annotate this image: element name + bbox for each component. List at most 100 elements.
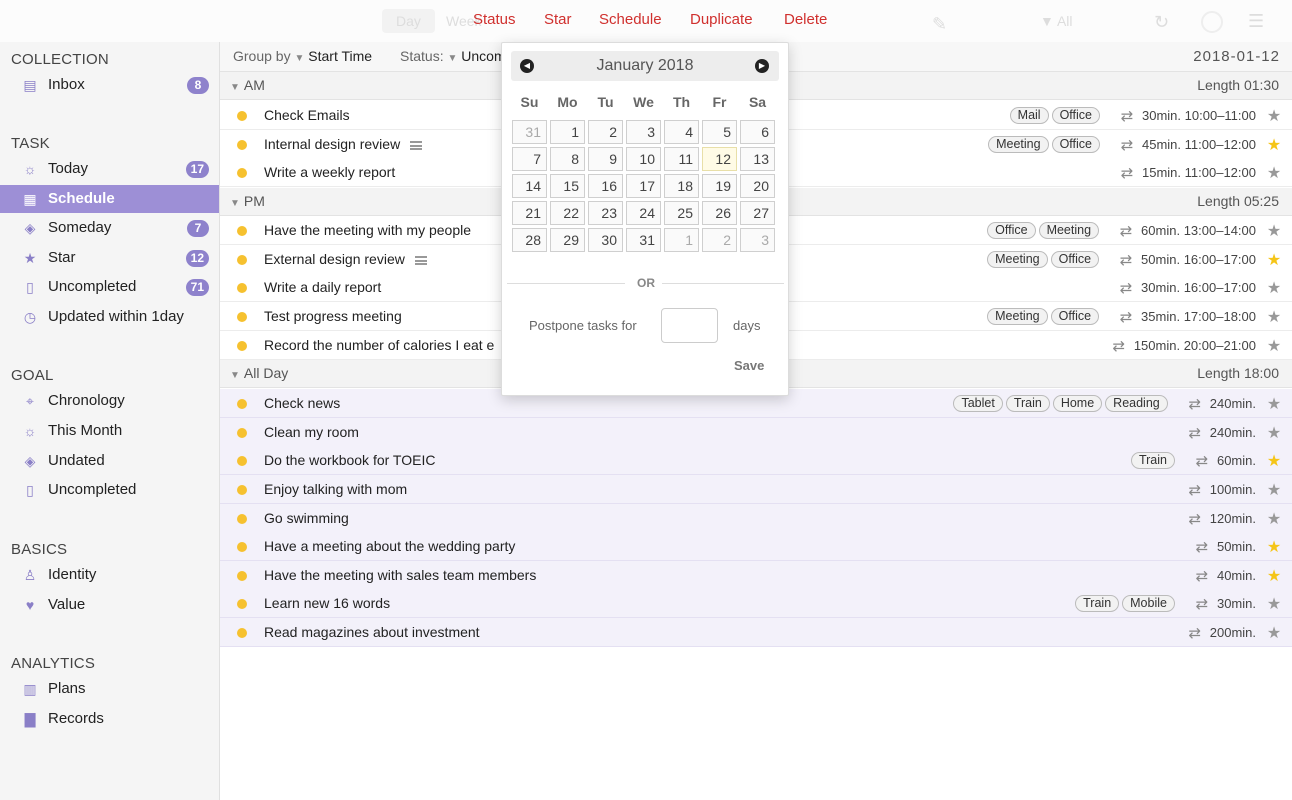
refresh-icon[interactable]: ↻ — [1154, 10, 1169, 34]
task-title[interactable]: Test progress meeting — [264, 308, 402, 324]
star-icon[interactable]: ★ — [1266, 623, 1282, 643]
calendar-day[interactable]: 8 — [550, 147, 585, 171]
calendar-day[interactable]: 2 — [702, 228, 737, 252]
tag-chip[interactable]: Train — [1075, 595, 1120, 612]
calendar-day[interactable]: 26 — [702, 201, 737, 225]
task-title[interactable]: Clean my room — [264, 424, 359, 440]
status-dot-icon[interactable] — [237, 283, 247, 293]
schedule-action-button[interactable]: Schedule — [599, 11, 662, 28]
task-title[interactable]: Read magazines about investment — [264, 624, 480, 640]
sidebar-item-today[interactable]: ☼ Today 17 — [0, 155, 219, 183]
status-action-button[interactable]: Status — [473, 11, 516, 28]
sidebar-item-records[interactable]: ▇ Records — [0, 705, 219, 733]
star-icon[interactable]: ★ — [1266, 221, 1282, 241]
tag-chip[interactable]: Meeting — [987, 251, 1048, 268]
task-row[interactable]: Go swimming ⇄ 120min. ★ — [220, 504, 1292, 533]
status-dot-icon[interactable] — [237, 542, 247, 552]
task-title[interactable]: Go swimming — [264, 510, 349, 526]
calendar-day[interactable]: 11 — [664, 147, 699, 171]
tag-chip[interactable]: Mobile — [1122, 595, 1175, 612]
save-button[interactable]: Save — [734, 358, 764, 373]
view-day-tab[interactable]: Day — [382, 9, 435, 33]
tag-chip[interactable]: Office — [1051, 136, 1100, 153]
calendar-day[interactable]: 5 — [702, 120, 737, 144]
sidebar-item-value[interactable]: ♥ Value — [0, 591, 219, 619]
star-action-button[interactable]: Star — [544, 11, 572, 28]
calendar-day[interactable]: 31 — [512, 120, 547, 144]
sidebar-item-inbox[interactable]: ▤ Inbox 8 — [0, 71, 219, 99]
delete-action-button[interactable]: Delete — [784, 11, 827, 28]
task-title[interactable]: External design review — [264, 251, 427, 267]
sidebar-item-undated[interactable]: ◈ Undated — [0, 447, 219, 475]
sidebar-item-star[interactable]: ★ Star 12 — [0, 244, 219, 272]
filter-all-dropdown[interactable]: ▼ All — [1040, 9, 1073, 33]
status-dot-icon[interactable] — [237, 341, 247, 351]
star-icon[interactable]: ★ — [1266, 307, 1282, 327]
status-dot-icon[interactable] — [237, 628, 247, 638]
calendar-day[interactable]: 18 — [664, 174, 699, 198]
calendar-day[interactable]: 19 — [702, 174, 737, 198]
task-row[interactable]: Learn new 16 words Train Mobile ⇄ 30min. ★ — [220, 589, 1292, 618]
status-dot-icon[interactable] — [237, 111, 247, 121]
calendar-day[interactable]: 12 — [702, 147, 737, 171]
calendar-day[interactable]: 1 — [550, 120, 585, 144]
tag-chip[interactable]: Train — [1005, 395, 1050, 412]
calendar-day[interactable]: 14 — [512, 174, 547, 198]
task-title[interactable]: Check news — [264, 395, 340, 411]
next-month-icon[interactable]: ▶ — [755, 59, 769, 73]
sidebar-item-plans[interactable]: ▥ Plans — [0, 675, 219, 703]
tag-chip[interactable]: Office — [1050, 251, 1100, 268]
calendar-day[interactable]: 2 — [588, 120, 623, 144]
tag-chip[interactable]: Meeting — [988, 136, 1049, 153]
calendar-day[interactable]: 15 — [550, 174, 585, 198]
star-icon[interactable]: ★ — [1266, 278, 1282, 298]
status-dot-icon[interactable] — [237, 255, 247, 265]
star-icon[interactable]: ★ — [1266, 480, 1282, 500]
status-dot-icon[interactable] — [237, 140, 247, 150]
calendar-day[interactable]: 7 — [512, 147, 547, 171]
duplicate-action-button[interactable]: Duplicate — [690, 11, 753, 28]
calendar-day[interactable]: 29 — [550, 228, 585, 252]
sidebar-item-this-month[interactable]: ☼ This Month — [0, 417, 219, 445]
calendar-day[interactable]: 4 — [664, 120, 699, 144]
calendar-day[interactable]: 28 — [512, 228, 547, 252]
status-dot-icon[interactable] — [237, 399, 247, 409]
calendar-day[interactable]: 9 — [588, 147, 623, 171]
task-title[interactable]: Write a weekly report — [264, 164, 395, 180]
star-icon[interactable]: ★ — [1266, 163, 1282, 183]
menu-icon[interactable]: ☰ — [1248, 9, 1264, 33]
edit-icon[interactable]: ✎ — [932, 12, 947, 36]
calendar-day[interactable]: 30 — [588, 228, 623, 252]
star-icon[interactable]: ★ — [1266, 566, 1282, 586]
calendar-day[interactable]: 25 — [664, 201, 699, 225]
tag-chip[interactable]: Meeting — [987, 308, 1048, 325]
task-row[interactable]: Have the meeting with sales team members… — [220, 561, 1292, 590]
task-row[interactable]: Read magazines about investment ⇄ 200min. ★ — [220, 618, 1292, 647]
tag-chip[interactable]: Office — [1050, 308, 1100, 325]
star-icon[interactable]: ★ — [1266, 423, 1282, 443]
status-dot-icon[interactable] — [237, 514, 247, 524]
star-icon[interactable]: ★ — [1266, 250, 1282, 270]
task-title[interactable]: Check Emails — [264, 107, 350, 123]
star-icon[interactable]: ★ — [1266, 336, 1282, 356]
sidebar-item-chronology[interactable]: ⌖ Chronology — [0, 387, 219, 415]
sidebar-item-uncompleted[interactable]: ▯ Uncompleted 71 — [0, 273, 219, 301]
task-row[interactable]: Have a meeting about the wedding party ⇄ 5… — [220, 532, 1292, 561]
calendar-day[interactable]: 16 — [588, 174, 623, 198]
star-icon[interactable]: ★ — [1266, 594, 1282, 614]
task-title[interactable]: Write a daily report — [264, 279, 381, 295]
star-icon[interactable]: ★ — [1266, 451, 1282, 471]
tag-chip[interactable]: Meeting — [1038, 222, 1100, 239]
task-title[interactable]: Have the meeting with my people — [264, 222, 471, 238]
calendar-day[interactable]: 6 — [740, 120, 775, 144]
calendar-day[interactable]: 31 — [626, 228, 661, 252]
tag-chip[interactable]: Train — [1130, 452, 1175, 469]
calendar-day[interactable]: 20 — [740, 174, 775, 198]
gear-icon[interactable] — [1201, 11, 1223, 33]
task-title[interactable]: Learn new 16 words — [264, 595, 390, 611]
task-row[interactable]: Enjoy talking with mom ⇄ 100min. ★ — [220, 475, 1292, 504]
tag-chip[interactable]: Reading — [1105, 395, 1168, 412]
calendar-day[interactable]: 27 — [740, 201, 775, 225]
sidebar-item-someday[interactable]: ◈ Someday 7 — [0, 214, 219, 242]
tag-chip[interactable]: Home — [1052, 395, 1103, 412]
